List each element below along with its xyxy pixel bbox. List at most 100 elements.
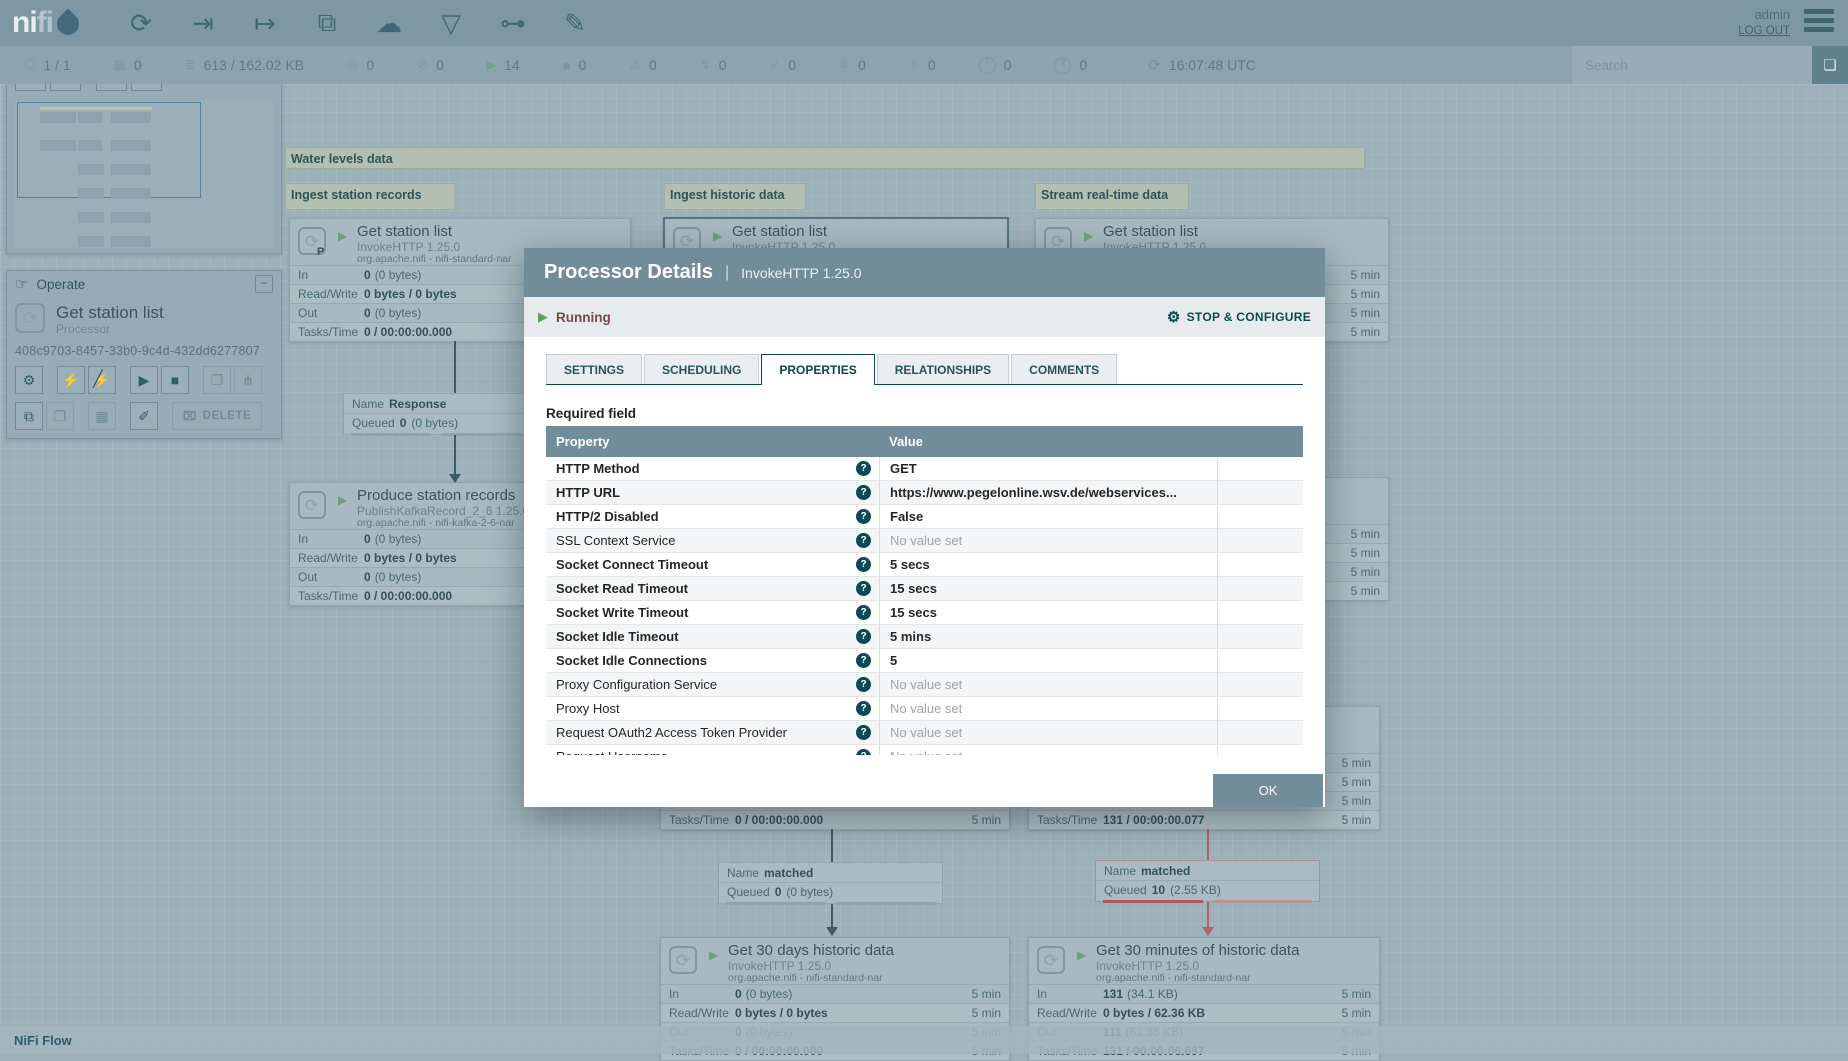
property-cell: SSL Context Service? [546,529,879,552]
stop-and-configure-button[interactable]: ⚙ STOP & CONFIGURE [1167,308,1311,326]
tab-relationships[interactable]: RELATIONSHIPS [876,354,1010,384]
property-extra-cell [1217,505,1303,528]
property-value: GET [879,457,1217,480]
label-water-levels-data[interactable]: Water levels data [285,147,1365,169]
connection-edge [454,435,456,475]
processor-type: InvokeHTTP 1.25.0 [357,240,461,254]
nifi-drop-icon [52,8,84,40]
property-row: Request OAuth2 Access Token Provider? No … [546,721,1303,745]
backpressure-data-bar [835,902,935,905]
status-invalid: ⚠ 0 [629,57,656,73]
status-not-transmitting: ⊘ 0 [417,57,444,73]
operate-panel: ☞ Operate – ⟳ Get station list Processor… [6,270,282,439]
queued-count: 0 [774,885,782,899]
label-ingest-historic-data[interactable]: Ingest historic data [664,183,806,210]
change-version-button: ⋔ [234,366,262,394]
disable-button[interactable]: ⚡ ╱ [88,366,116,394]
refresh-icon[interactable]: ⟳ [1148,56,1161,74]
ok-button[interactable]: OK [1213,774,1323,807]
status-stopped-count: 0 [578,57,587,73]
help-icon[interactable]: ? [856,725,871,740]
property-value: 15 secs [879,577,1217,600]
tab-properties[interactable]: PROPERTIES [761,354,875,385]
tab-settings[interactable]: SETTINGS [546,354,643,384]
help-icon[interactable]: ? [856,533,871,548]
stat-value-detail: (0 bytes) [374,570,422,584]
help-icon[interactable]: ? [856,677,871,692]
property-cell: HTTP Method? [546,457,879,480]
start-button[interactable]: ▶ [130,366,158,394]
global-menu-icon[interactable] [1804,9,1834,36]
remote-process-group-icon[interactable]: ☁ [367,5,411,41]
paste-icon: ❐ [53,407,67,424]
processor-type: InvokeHTTP 1.25.0 [728,959,832,973]
processor-stat-row: Read/Write 0 bytes / 0 bytes 5 min [661,1003,1009,1022]
processor-type-icon: ⟳ [669,946,697,974]
property-extra-cell [1217,721,1303,744]
property-cell: Request OAuth2 Access Token Provider? [546,721,879,744]
breadcrumb-root[interactable]: NiFi Flow [14,1033,72,1048]
stat-window: 5 min [1341,756,1371,770]
birdseye-minimap[interactable] [15,100,273,248]
stat-window: 5 min [1350,527,1380,541]
output-port-icon[interactable]: ↦ [243,5,287,41]
stat-value-detail: (0 bytes) [745,987,793,1001]
operate-collapse-button[interactable]: – [255,275,273,293]
breadcrumb[interactable]: NiFi Flow [0,1026,1848,1054]
help-icon[interactable]: ? [856,605,871,620]
connection-label[interactable]: Name Response Queued 0 (0 bytes) [343,393,529,436]
input-port-icon[interactable]: ⇥ [181,5,225,41]
help-icon[interactable]: ? [856,557,871,572]
connection-label[interactable]: Name matched Queued 10 (2.55 KB) [1095,860,1320,903]
help-icon[interactable]: ? [856,461,871,476]
property-row: Request Username?No value set [546,745,1303,755]
change-color-button[interactable]: ✐ [130,402,158,430]
help-icon[interactable]: ? [856,509,871,524]
status-disabled-count: 0 [718,57,727,73]
stat-label: Tasks/Time [1037,813,1098,827]
label-stream-real-time-data[interactable]: Stream real-time data [1035,183,1189,210]
property-value: No value set [879,721,1217,744]
tab-comments[interactable]: COMMENTS [1011,354,1118,384]
property-row: Proxy Host? No value set [546,697,1303,721]
processor-header: ⟳ ▶ Get 30 days historic data InvokeHTTP 1.… [661,938,1009,984]
processor-bundle: org.apache.nifi - nifi-kafka-2-6-nar [357,517,515,529]
processor-stat-row: Tasks/Time 0 / 00:00:00.000 5 min [661,810,1009,829]
stat-window: 5 min [1341,813,1371,827]
help-icon[interactable]: ? [856,749,871,755]
stat-value: 0(0 bytes) [735,987,793,1001]
stat-value-detail: (0 bytes) [374,268,422,282]
funnel-icon[interactable]: ▽ [429,5,473,41]
processor-name: Get station list [1103,223,1199,240]
tab-scheduling[interactable]: SCHEDULING [644,354,760,384]
stat-label: Read/Write [1037,1006,1097,1020]
label-icon[interactable]: ✎ [553,5,597,41]
search-input[interactable] [1572,56,1812,74]
template-icon[interactable]: ⊶ [491,5,535,41]
help-icon[interactable]: ? [856,629,871,644]
operate-title: Operate [36,276,86,292]
run-status-icon: ▶ [713,229,723,243]
search-document-icon[interactable]: ❏ [1812,46,1848,84]
help-icon[interactable]: ? [856,485,871,500]
process-group-icon[interactable]: ⧉ [305,5,349,41]
copy-button[interactable]: ⧉ [15,402,43,430]
dialog-subtitle: InvokeHTTP 1.25.0 [741,264,862,281]
connection-label[interactable]: Name matched Queued 0 (0 bytes) [718,862,943,905]
stop-button[interactable]: ■ [161,366,189,394]
help-icon[interactable]: ? [856,701,871,716]
stat-window: 5 min [1341,1006,1371,1020]
help-icon[interactable]: ? [856,653,871,668]
delete-button: ⌧ DELETE [172,402,263,430]
processor-icon[interactable]: ⟳ [119,5,163,41]
property-extra-cell [1217,529,1303,552]
connection-edge [1207,902,1209,928]
enable-button[interactable]: ⚡ [57,366,85,394]
queued-size: (2.55 KB) [1170,883,1221,897]
logout-link[interactable]: LOG OUT [1738,23,1790,39]
backpressure-object-bar [726,902,826,905]
stat-window: 5 min [971,987,1001,1001]
label-ingest-station-records[interactable]: Ingest station records [285,183,455,210]
configuration-button[interactable]: ⚙ [15,366,43,394]
help-icon[interactable]: ? [856,581,871,596]
